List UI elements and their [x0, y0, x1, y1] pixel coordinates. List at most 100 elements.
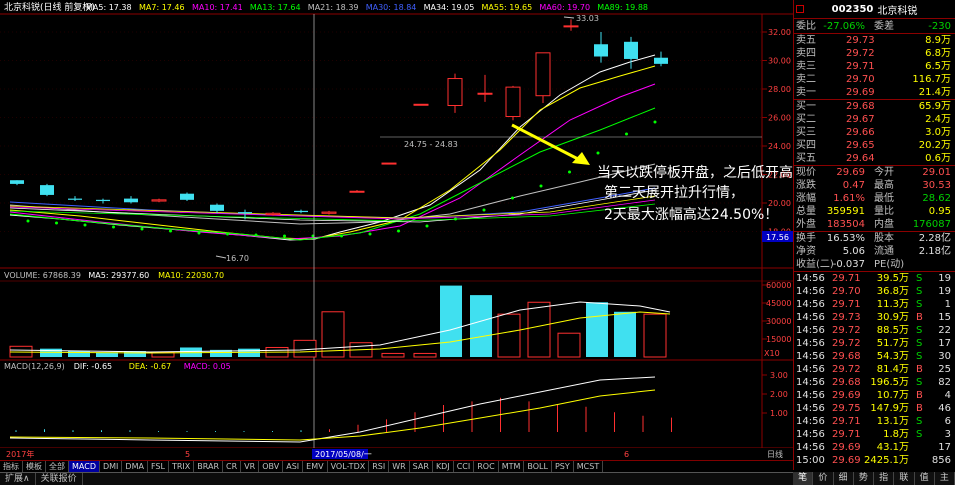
- stat-value: 1.61%: [833, 193, 865, 204]
- ma-legend: MA13: 17.64: [250, 3, 301, 12]
- stat-label: 换手: [796, 233, 816, 244]
- stat-value: 16.53%: [826, 233, 865, 244]
- stock-code: 002350: [831, 3, 874, 15]
- price-range-label: 24.75 - 24.83: [404, 140, 458, 149]
- indicator-tab[interactable]: 模板: [23, 461, 46, 472]
- stat-label: 内盘: [874, 219, 894, 230]
- indicator-tab[interactable]: RSI: [369, 461, 390, 472]
- stat-label: 流通: [874, 246, 894, 257]
- tick-row: 14:56 29.68 196.5万 S 82: [794, 376, 955, 389]
- indicator-tab[interactable]: BOLL: [524, 461, 552, 472]
- chart-area[interactable]: 北京科锐(日线 前复权)MA5: 17.38 MA7: 17.46 MA10: 17…: [0, 0, 793, 460]
- indicator-tab[interactable]: CCI: [454, 461, 475, 472]
- indicator-tab[interactable]: 全部: [46, 461, 69, 472]
- bid-label: 买二: [796, 114, 816, 125]
- tick-flag: S: [916, 416, 923, 427]
- annotation-text: 第二天展开拉升行情，: [604, 184, 744, 201]
- bottom-bar-button[interactable]: 扩展∧: [0, 473, 36, 485]
- indicator-tab[interactable]: ROC: [474, 461, 499, 472]
- ma-dot: [140, 227, 144, 231]
- tick-count: 19: [938, 273, 951, 284]
- volume-unit-label: X10: [764, 349, 780, 358]
- indicator-tab[interactable]: VOL-TDX: [328, 461, 370, 472]
- ask-price: 29.69: [846, 87, 875, 98]
- indicator-tab[interactable]: MTM: [499, 461, 525, 472]
- indicator-tab[interactable]: SAR: [410, 461, 433, 472]
- tick-price: 29.68: [832, 351, 861, 362]
- indicator-tab[interactable]: VR: [241, 461, 260, 472]
- volume-bar: [527, 301, 551, 358]
- ask-row: 卖三 29.71 6.5万: [794, 60, 955, 73]
- indicator-tab[interactable]: ASI: [283, 461, 304, 472]
- tick-time: 14:56: [796, 364, 825, 375]
- indicator-tab[interactable]: TRIX: [169, 461, 195, 472]
- indicator-tab[interactable]: MCST: [574, 461, 604, 472]
- quote-tab[interactable]: 联: [894, 472, 915, 485]
- tick-flag: S: [916, 351, 923, 362]
- candle-body: [447, 78, 463, 107]
- tick-row: 14:56 29.71 39.5万 S 19: [794, 272, 955, 285]
- quote-tab[interactable]: 指: [874, 472, 895, 485]
- quote-tab[interactable]: 势: [854, 472, 874, 485]
- bid-label: 买一: [796, 101, 816, 112]
- tick-count: 17: [938, 338, 951, 349]
- ask-row: 卖四 29.72 6.8万: [794, 47, 955, 60]
- ma-dot: [26, 219, 30, 223]
- tick-time: 14:56: [796, 442, 825, 453]
- stat-row: 涨幅 1.61% 最低 28.62: [794, 192, 955, 205]
- volume-legend: MA10: 22030.70: [158, 271, 224, 280]
- stat-label: 涨幅: [796, 193, 816, 204]
- high-price-label: 33.03: [576, 14, 599, 23]
- tick-time: 14:56: [796, 273, 825, 284]
- bid-volume: 20.2万: [918, 140, 951, 151]
- quote-tab[interactable]: 笔: [793, 472, 814, 485]
- indicator-tab[interactable]: DMI: [100, 461, 123, 472]
- candle-body: [294, 210, 308, 213]
- stat-value: 183504: [826, 219, 865, 230]
- indicator-tab[interactable]: DMA: [122, 461, 148, 472]
- tick-price: 29.71: [832, 429, 861, 440]
- candle-body: [238, 212, 252, 214]
- stat-label: 今开: [874, 167, 894, 178]
- indicator-tab[interactable]: MACD: [69, 461, 100, 472]
- ma-dot: [596, 151, 600, 155]
- indicator-tab[interactable]: EMV: [303, 461, 328, 472]
- quote-tab[interactable]: 主: [935, 472, 955, 485]
- indicator-tab[interactable]: KDJ: [433, 461, 454, 472]
- ask-price: 29.71: [846, 61, 875, 72]
- indicator-tab[interactable]: OBV: [259, 461, 284, 472]
- stat-label: PE(动): [874, 259, 905, 270]
- quote-tab[interactable]: 价: [813, 472, 834, 485]
- tick-count: 25: [938, 364, 951, 375]
- tick-row: 14:56 29.72 81.4万 B 25: [794, 363, 955, 376]
- quote-tab[interactable]: 值: [915, 472, 935, 485]
- tick-flag: S: [916, 286, 923, 297]
- tick-count: 1: [944, 299, 951, 310]
- volume-bar: [643, 313, 667, 358]
- indicator-tab[interactable]: FSL: [148, 461, 169, 472]
- indicator-tab[interactable]: WR: [389, 461, 410, 472]
- ma-dot: [169, 229, 172, 233]
- quote-tab[interactable]: 细: [834, 472, 854, 485]
- stat-label: 最低: [874, 193, 894, 204]
- ask-label: 卖三: [796, 61, 816, 72]
- volume-axis-label: 45000: [766, 299, 791, 308]
- candle-body: [96, 199, 110, 202]
- ma-dot: [340, 234, 343, 238]
- bottom-bar-button[interactable]: 关联报价: [36, 473, 83, 485]
- macd-legend: DEA: -0.67: [129, 362, 171, 371]
- ma-dot: [625, 132, 628, 136]
- tick-count: 15: [938, 312, 951, 323]
- close-icon[interactable]: [796, 5, 804, 13]
- candle-body: [477, 92, 493, 95]
- stat-row: 净资 5.06 流通 2.18亿: [794, 245, 955, 258]
- candle-body: [624, 41, 638, 59]
- indicator-tab[interactable]: CR: [223, 461, 242, 472]
- tick-flag: B: [916, 312, 923, 323]
- tick-row: 14:56 29.71 1.8万 S 3: [794, 428, 955, 441]
- indicator-tab[interactable]: PSY: [552, 461, 574, 472]
- candle-body: [563, 25, 579, 28]
- indicator-tab[interactable]: BRAR: [194, 461, 224, 472]
- indicator-tab[interactable]: 指标: [0, 461, 23, 472]
- ask-label: 卖二: [796, 74, 816, 85]
